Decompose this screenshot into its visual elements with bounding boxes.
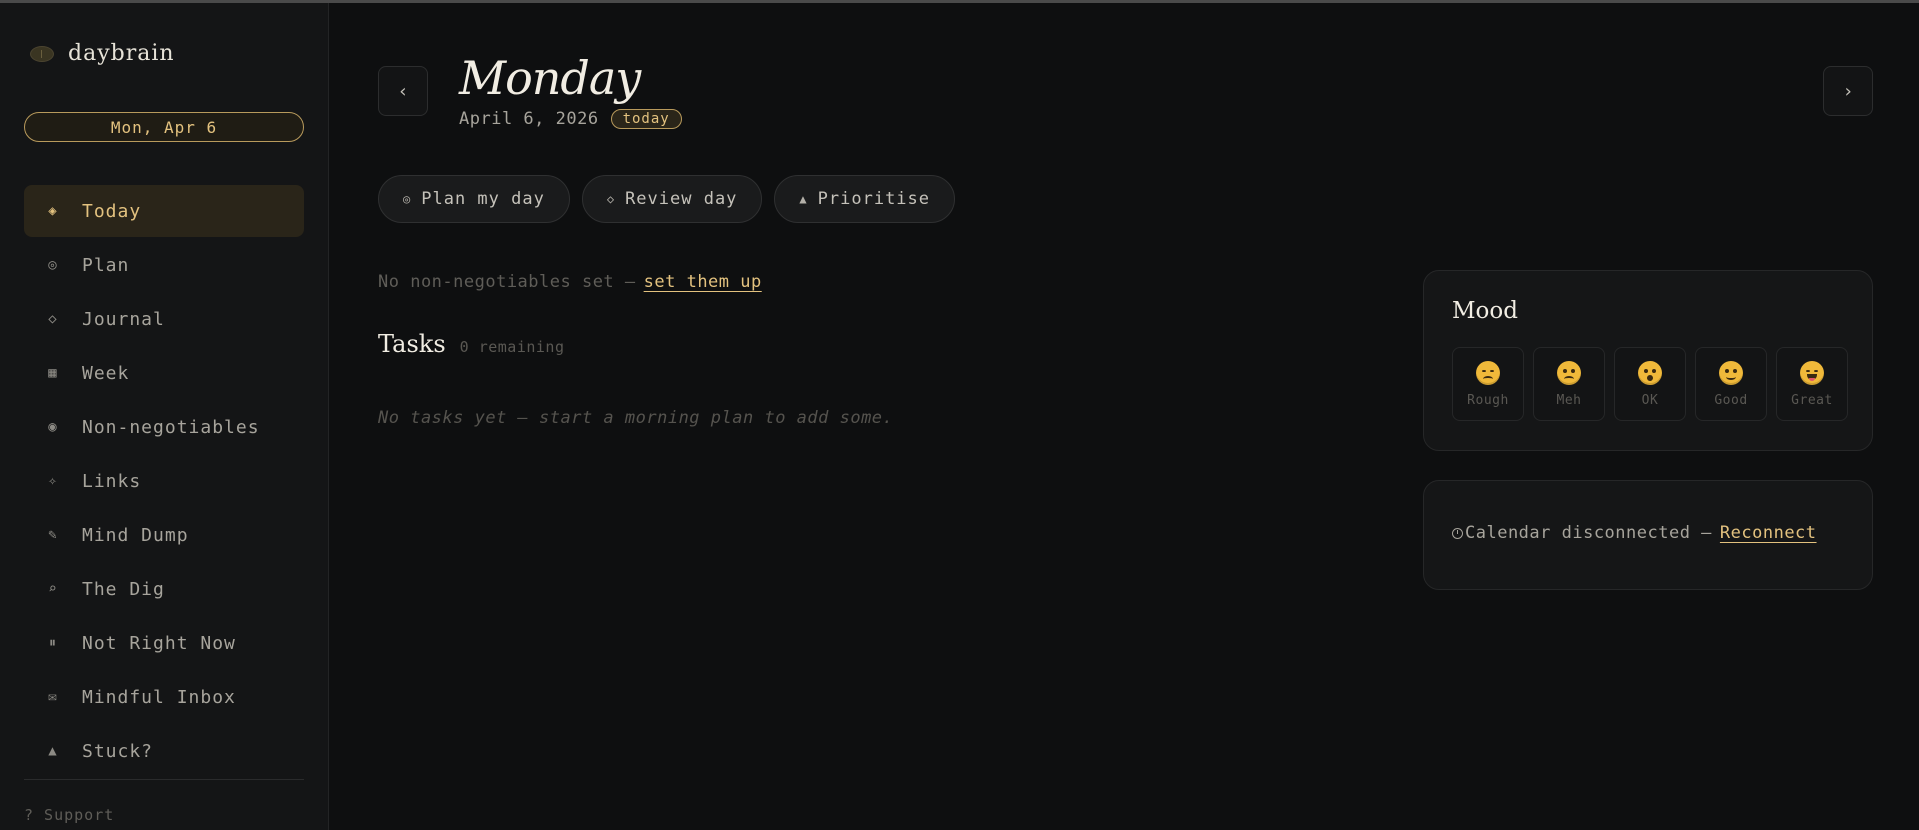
sidebar-item-label: Not Right Now [82, 632, 236, 654]
sidebar-item-label: The Dig [82, 578, 165, 600]
diamond-icon: ◇ [48, 311, 58, 327]
review-day-button[interactable]: ◇ Review day [581, 175, 763, 223]
sidebar-item-label: Non-negotiables [82, 416, 260, 438]
date-text: April 6, 2026 [459, 109, 599, 129]
support-link[interactable]: ? Support [24, 806, 114, 824]
sidebar-item-plan[interactable]: ◎ Plan [24, 239, 304, 291]
mood-label: Rough [1467, 392, 1509, 408]
next-day-button[interactable]: › [1823, 66, 1873, 116]
mood-option-meh[interactable]: Meh [1533, 347, 1605, 421]
tasks-empty-state: No tasks yet — start a morning plan to a… [378, 408, 894, 428]
reconnect-link[interactable]: Reconnect [1720, 523, 1817, 543]
grid-icon: ▦ [48, 365, 58, 381]
plan-my-day-button[interactable]: ◎ Plan my day [378, 175, 570, 223]
circle-dot-icon: ◉ [48, 419, 58, 435]
sidebar-item-label: Links [82, 470, 142, 492]
mood-label: Meh [1556, 392, 1582, 408]
date-line: April 6, 2026 today [459, 109, 682, 129]
tasks-header: Tasks 0 remaining [378, 330, 564, 358]
button-label: Plan my day [421, 189, 545, 209]
sidebar-nav: ◈ Today ◎ Plan ◇ Journal ▦ Week ◉ Non-ne… [24, 185, 304, 779]
neutral-face-icon [1638, 360, 1662, 385]
pause-icon: ⏸ [49, 635, 57, 651]
pensive-face-icon [1476, 360, 1500, 385]
search-icon: ⌕ [48, 581, 58, 597]
non-negotiables-notice: No non-negotiables set — set them up [378, 272, 762, 292]
action-bar: ◎ Plan my day ◇ Review day ▲ Prioritise [378, 175, 956, 223]
tasks-title: Tasks [378, 330, 446, 358]
sidebar-item-today[interactable]: ◈ Today [24, 185, 304, 237]
chevron-left-icon: ‹ [397, 80, 409, 102]
grinning-face-icon [1800, 360, 1824, 385]
previous-day-button[interactable]: ‹ [378, 66, 428, 116]
sidebar-item-label: Plan [82, 254, 130, 276]
mood-option-good[interactable]: Good [1695, 347, 1767, 421]
page-title: Monday [459, 51, 641, 105]
diamond-dot-icon: ◈ [48, 203, 58, 219]
sidebar-item-mind-dump[interactable]: ✎ Mind Dump [24, 509, 304, 561]
triangle-icon: ▲ [799, 192, 808, 206]
prioritise-button[interactable]: ▲ Prioritise [774, 175, 956, 223]
calendar-card: Calendar disconnected — Reconnect [1423, 480, 1873, 590]
target-icon: ◎ [403, 192, 412, 206]
brain-icon [30, 45, 54, 62]
sidebar: daybrain Mon, Apr 6 ◈ Today ◎ Plan ◇ Jou… [0, 3, 329, 830]
sidebar-item-journal[interactable]: ◇ Journal [24, 293, 304, 345]
sidebar-item-week[interactable]: ▦ Week [24, 347, 304, 399]
button-label: Prioritise [817, 189, 931, 209]
sidebar-item-label: Stuck? [82, 740, 154, 762]
logo[interactable]: daybrain [30, 41, 175, 66]
sidebar-item-not-right-now[interactable]: ⏸ Not Right Now [24, 617, 304, 669]
current-date-pill[interactable]: Mon, Apr 6 [24, 112, 304, 142]
mood-option-ok[interactable]: OK [1614, 347, 1686, 421]
envelope-icon: ✉ [48, 689, 58, 705]
sidebar-item-stuck[interactable]: ▲ Stuck? [24, 725, 304, 777]
sidebar-divider [24, 779, 304, 780]
button-label: Review day [625, 189, 738, 209]
non-negotiables-text: No non-negotiables set — [378, 272, 636, 292]
clock-icon [1452, 527, 1463, 539]
pencil-icon: ✎ [48, 527, 58, 543]
mood-label: Good [1714, 392, 1748, 408]
sidebar-item-label: Mind Dump [82, 524, 189, 546]
sidebar-item-label: Mindful Inbox [82, 686, 236, 708]
sidebar-item-mindful-inbox[interactable]: ✉ Mindful Inbox [24, 671, 304, 723]
calendar-status-text: Calendar disconnected — [1465, 523, 1712, 543]
mood-label: Great [1791, 392, 1833, 408]
sidebar-item-label: Week [82, 362, 130, 384]
mood-card: Mood Rough Meh OK Good Great [1423, 270, 1873, 451]
sidebar-item-label: Journal [82, 308, 165, 330]
mood-title: Mood [1452, 298, 1518, 324]
mood-option-great[interactable]: Great [1776, 347, 1848, 421]
sparkle-icon: ✧ [48, 473, 58, 489]
mood-label: OK [1641, 392, 1659, 408]
sidebar-item-the-dig[interactable]: ⌕ The Dig [24, 563, 304, 615]
chevron-right-icon: › [1842, 80, 1854, 102]
mood-option-rough[interactable]: Rough [1452, 347, 1524, 421]
today-badge: today [610, 109, 682, 129]
triangle-icon: ▲ [48, 743, 58, 759]
main-content: ‹ Monday April 6, 2026 today › ◎ Plan my… [330, 3, 1919, 830]
smiling-face-icon [1719, 360, 1743, 385]
set-them-up-link[interactable]: set them up [644, 272, 762, 292]
app-name: daybrain [68, 41, 175, 66]
tasks-remaining-count: 0 remaining [459, 338, 565, 356]
diamond-icon: ◇ [606, 192, 616, 206]
mood-options: Rough Meh OK Good Great [1452, 347, 1848, 421]
worried-face-icon [1557, 360, 1581, 385]
sidebar-item-label: Today [82, 200, 142, 222]
sidebar-item-non-negotiables[interactable]: ◉ Non-negotiables [24, 401, 304, 453]
sidebar-item-links[interactable]: ✧ Links [24, 455, 304, 507]
target-icon: ◎ [48, 257, 58, 273]
calendar-status: Calendar disconnected — Reconnect [1452, 523, 1817, 543]
